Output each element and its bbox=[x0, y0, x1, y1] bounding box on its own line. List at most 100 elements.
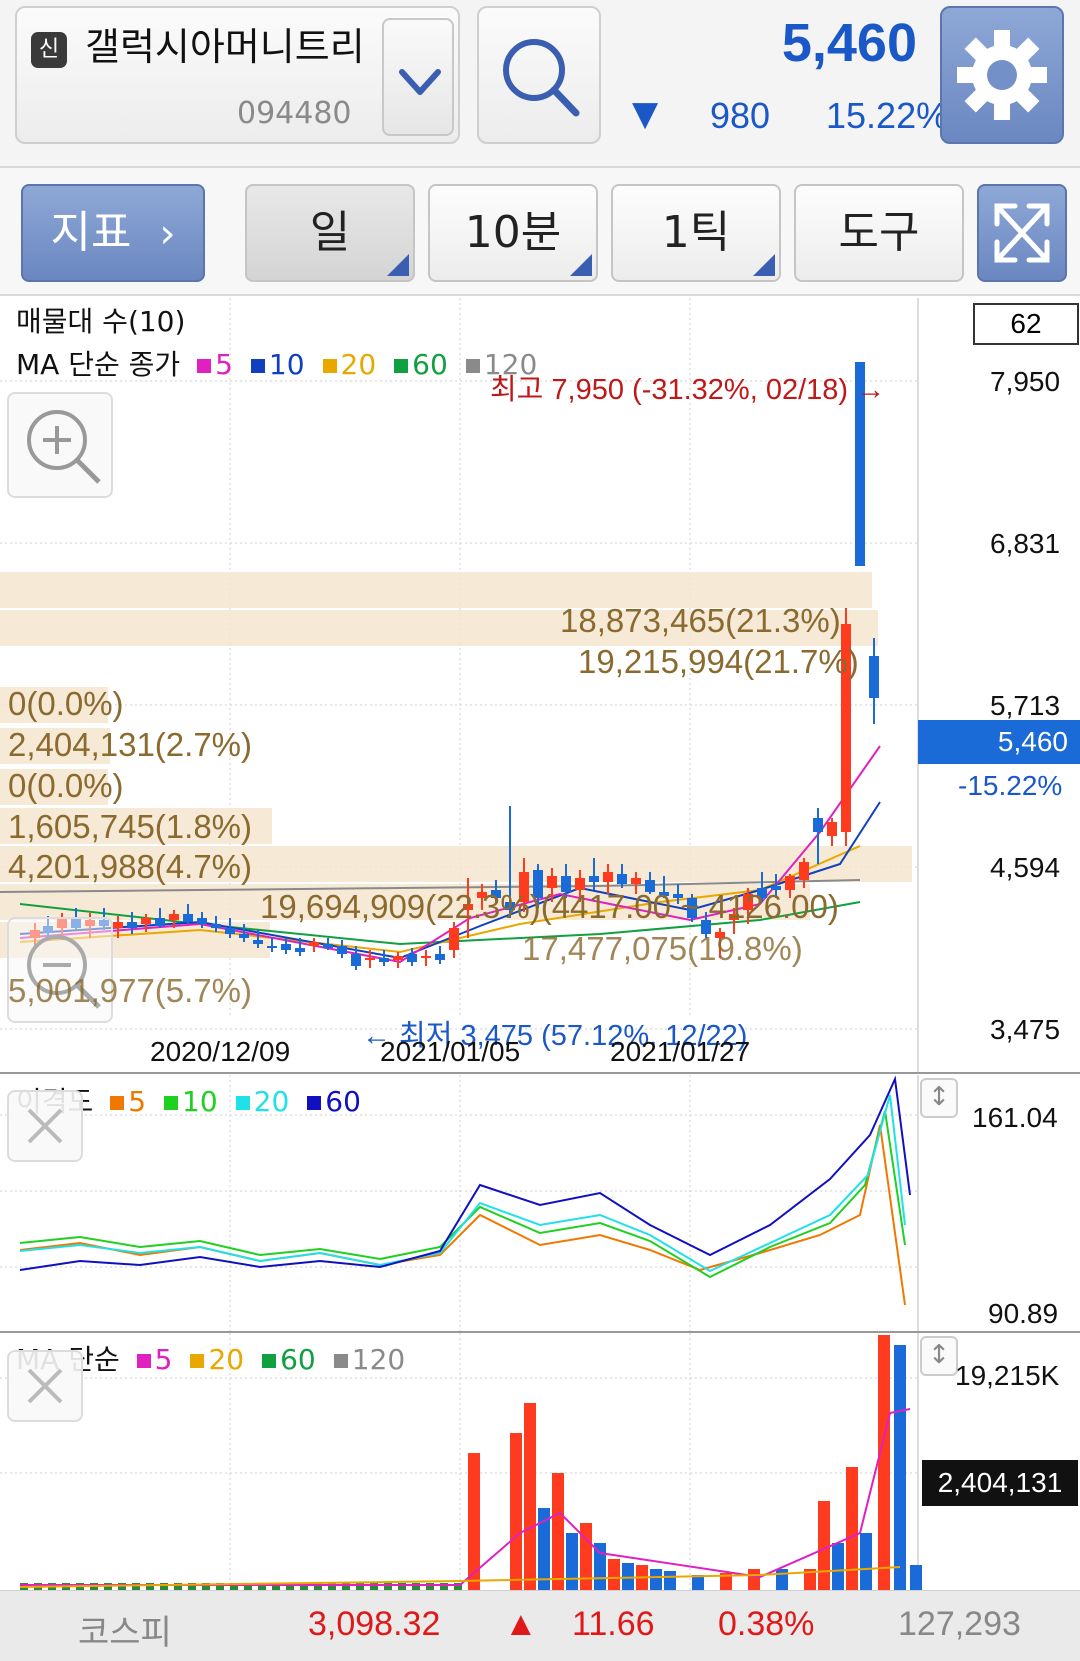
disparity-axis-label: 90.89 bbox=[988, 1298, 1059, 1329]
legend-item-120: 120 bbox=[333, 1343, 405, 1376]
date-axis-label: 2020/12/09 bbox=[150, 1036, 291, 1067]
volume-bar bbox=[846, 1467, 858, 1591]
candle-body bbox=[827, 822, 837, 836]
close-icon bbox=[27, 1368, 63, 1404]
credit-badge: 신 bbox=[31, 32, 67, 68]
current-change-tag: -15.22% bbox=[958, 770, 1063, 801]
resize-handle-icon[interactable]: ↕ bbox=[920, 1078, 958, 1118]
search-button[interactable] bbox=[477, 6, 601, 144]
vp-label-2: 19,215,994(21.7%) bbox=[578, 643, 859, 680]
volume-bar bbox=[664, 1571, 676, 1591]
close-icon bbox=[27, 1108, 63, 1144]
ma-legend: MA 단순 종가 5 10 20 60 120 bbox=[16, 343, 547, 383]
candle-body bbox=[155, 918, 165, 926]
legend-swatch bbox=[110, 1096, 125, 1110]
toolbar: 지표 › 일 10분 1틱 도구 bbox=[0, 168, 1080, 296]
candle-body bbox=[113, 922, 123, 928]
legend-swatch bbox=[164, 1096, 179, 1110]
price-axis-label: 7,950 bbox=[990, 366, 1061, 397]
legend-swatch bbox=[262, 1354, 277, 1368]
tools-button[interactable]: 도구 bbox=[794, 184, 964, 282]
index-change-percent: 0.38% bbox=[718, 1605, 815, 1643]
chart-app: 신 갤럭시아머니트리 094480 5,460 ▼ 980 15.22% 지표 … bbox=[0, 0, 1080, 1661]
period-10min-button[interactable]: 10분 bbox=[428, 184, 598, 282]
legend-item-20: 20 bbox=[322, 348, 376, 381]
index-volume: 127,293 bbox=[898, 1605, 1021, 1643]
candle-body bbox=[225, 928, 235, 934]
stock-dropdown-button[interactable] bbox=[382, 18, 454, 136]
candle-body bbox=[799, 862, 809, 880]
volume-bar bbox=[510, 1433, 522, 1591]
date-axis-label: 2021/01/27 bbox=[610, 1036, 751, 1067]
candle-body bbox=[435, 954, 445, 960]
vp-label-5: 0(0.0%) bbox=[8, 767, 124, 804]
candle-body bbox=[393, 956, 403, 960]
resize-handle-icon[interactable]: ↕ bbox=[920, 1336, 958, 1376]
candle-body bbox=[281, 944, 291, 950]
period-day-label: 일 bbox=[309, 207, 351, 258]
legend-swatch bbox=[136, 1354, 151, 1368]
price-axis-label: 6,831 bbox=[990, 528, 1061, 559]
legend-item-20: 20 bbox=[190, 1343, 244, 1376]
candle-body bbox=[337, 946, 347, 954]
up-triangle-icon: ▲ bbox=[504, 1605, 538, 1643]
vp-label-3: 0(0.0%) bbox=[8, 685, 124, 722]
legend-item-10: 10 bbox=[250, 348, 305, 381]
volume-bar bbox=[552, 1473, 564, 1591]
legend-swatch bbox=[190, 1354, 205, 1368]
legend-swatch bbox=[394, 359, 409, 373]
legend-item-5: 5 bbox=[110, 1085, 146, 1118]
high-annotation: 최고 7,950 (-31.32%, 02/18) → bbox=[490, 374, 886, 406]
candle-body bbox=[547, 876, 557, 888]
index-change: 11.66 bbox=[572, 1605, 655, 1643]
candle-body bbox=[267, 946, 277, 948]
close-panel-button[interactable] bbox=[7, 1350, 83, 1422]
period-day-button[interactable]: 일 bbox=[245, 184, 415, 282]
indicator-button[interactable]: 지표 › bbox=[21, 184, 205, 282]
close-panel-button[interactable] bbox=[7, 1090, 83, 1162]
stock-code: 094480 bbox=[237, 96, 352, 131]
gear-icon bbox=[957, 30, 1047, 120]
candle-body bbox=[295, 948, 305, 952]
price-axis-label: 3,475 bbox=[990, 1014, 1061, 1045]
market-index-bar[interactable]: 코스피 3,098.32 ▲ 11.66 0.38% 127,293 bbox=[0, 1590, 1080, 1661]
legend-item-5: 5 bbox=[136, 1343, 172, 1376]
legend-swatch bbox=[197, 359, 212, 373]
volume-bar bbox=[650, 1569, 662, 1591]
expand-button[interactable] bbox=[977, 184, 1067, 282]
price-axis-label: 4,594 bbox=[990, 852, 1061, 883]
stock-selector[interactable]: 신 갤럭시아머니트리 094480 bbox=[15, 6, 460, 144]
corner-triangle-icon bbox=[753, 254, 775, 276]
legend-swatch bbox=[235, 1096, 250, 1110]
chevron-right-icon: › bbox=[159, 211, 176, 257]
candle-body bbox=[617, 874, 627, 884]
legend-swatch bbox=[307, 1096, 322, 1110]
volume-ma-line bbox=[20, 1408, 911, 1586]
candle-body bbox=[351, 954, 361, 966]
candle-body bbox=[239, 934, 249, 938]
vp-label-9: 17,477,075(19.8%) bbox=[522, 930, 803, 967]
header: 신 갤럭시아머니트리 094480 5,460 ▼ 980 15.22% bbox=[0, 0, 1080, 168]
legend-item-10: 10 bbox=[164, 1085, 218, 1118]
volume-bar bbox=[748, 1569, 760, 1591]
vp-label-7: 4,201,988(4.7%) bbox=[8, 848, 253, 885]
volume-bar bbox=[894, 1345, 906, 1591]
volume-bar bbox=[860, 1533, 872, 1591]
candle-body bbox=[589, 876, 599, 882]
index-value: 3,098.32 bbox=[308, 1605, 441, 1643]
legend-item-60: 60 bbox=[394, 348, 448, 381]
settings-button[interactable] bbox=[940, 6, 1064, 144]
candle-body bbox=[869, 656, 879, 698]
zoom-in-button[interactable] bbox=[7, 392, 113, 498]
period-tick-button[interactable]: 1틱 bbox=[611, 184, 781, 282]
volume-bar bbox=[878, 1335, 890, 1591]
candle-body bbox=[197, 918, 207, 924]
legend-item-60: 60 bbox=[307, 1085, 361, 1118]
vp-label-6: 1,605,745(1.8%) bbox=[8, 808, 253, 845]
vp-label-1: 18,873,465(21.3%) bbox=[560, 602, 841, 639]
vp-label-4: 2,404,131(2.7%) bbox=[8, 726, 253, 763]
legend-item-60: 60 bbox=[262, 1343, 316, 1376]
candle-body bbox=[127, 922, 137, 928]
date-axis-label: 2021/01/05 bbox=[380, 1036, 521, 1067]
period-10min-label: 10분 bbox=[464, 207, 562, 258]
